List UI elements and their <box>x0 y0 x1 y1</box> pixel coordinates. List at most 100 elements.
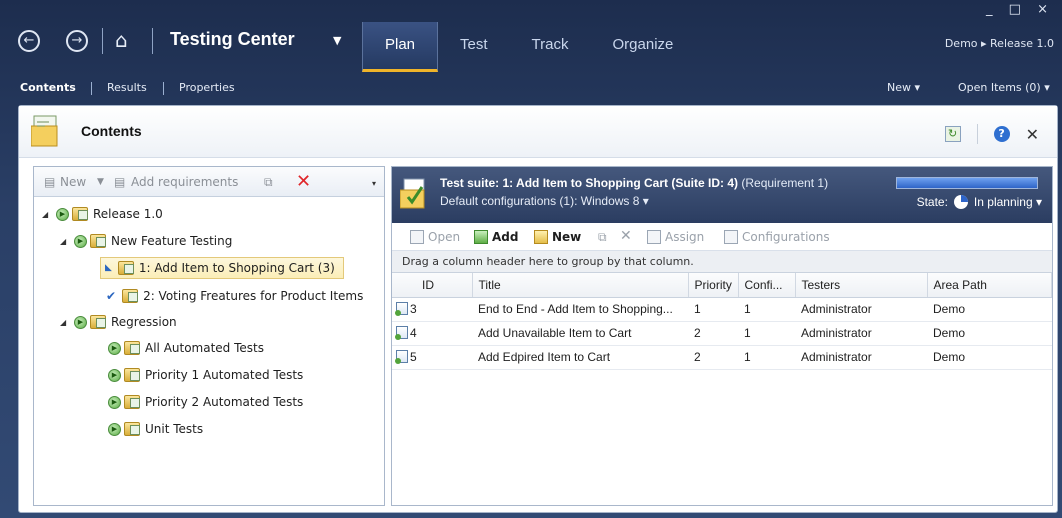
project-breadcrumb[interactable]: Demo ▸ Release 1.0 <box>945 37 1054 50</box>
back-icon[interactable]: ← <box>18 30 40 52</box>
column-header-testers[interactable]: Testers <box>795 273 928 298</box>
add-label: Add <box>492 230 519 244</box>
divider <box>152 28 153 54</box>
tab-organize[interactable]: Organize <box>591 22 696 72</box>
new-menu-button[interactable]: New ▾ <box>887 81 920 94</box>
refresh-icon[interactable]: ↻ <box>944 126 961 142</box>
copy-icon[interactable]: ⧉ <box>598 230 607 245</box>
id-value: 5 <box>410 350 417 364</box>
panel-header: Contents ↻ ? ✕ <box>19 106 1057 158</box>
test-case-testers: Administrator <box>795 345 927 370</box>
state-selector[interactable]: State: In planning ▾ <box>917 195 1042 209</box>
collapse-icon[interactable]: ◢ <box>60 237 74 246</box>
window-controls[interactable]: _ □ × <box>986 2 1054 17</box>
test-case-title: End to End - Add Item to Shopping... <box>472 297 688 322</box>
play-status-icon: ▶ <box>108 422 121 436</box>
test-case-testers: Administrator <box>795 297 927 322</box>
tab-plan[interactable]: Plan <box>362 22 439 72</box>
tree-node-suite-1[interactable]: ◣ 1: Add Item to Shopping Cart (3) <box>100 257 344 279</box>
close-icon[interactable]: ✕ <box>1026 125 1039 144</box>
remove-icon[interactable]: ✕ <box>620 228 632 244</box>
collapse-icon[interactable]: ◢ <box>42 210 56 219</box>
open-label: Open <box>428 230 461 244</box>
suite-requirement-link[interactable]: (Requirement 1) <box>741 176 828 190</box>
suite-folder-icon <box>90 315 106 329</box>
table-row[interactable]: 3 End to End - Add Item to Shopping... 1… <box>392 297 1052 322</box>
group-by-hint[interactable]: Drag a column header here to group by th… <box>392 251 1052 273</box>
subnav-contents[interactable]: Contents <box>20 81 76 94</box>
new-button[interactable]: New <box>534 230 581 244</box>
test-case-area: Demo <box>927 321 1052 346</box>
test-case-id: 5 <box>392 345 472 370</box>
tree-node-label: 1: Add Item to Shopping Cart (3) <box>138 261 335 275</box>
new-suite-icon[interactable]: ▤ <box>44 175 55 189</box>
add-requirements-button[interactable]: Add requirements <box>131 175 238 189</box>
tree-node-all-automated[interactable]: ▶ All Automated Tests <box>108 337 264 359</box>
home-icon[interactable]: ⌂ <box>115 29 139 53</box>
tree-node-priority-2[interactable]: ▶ Priority 2 Automated Tests <box>108 391 303 413</box>
tree-node-new-feature-testing[interactable]: ◢ ▶ New Feature Testing <box>60 230 232 252</box>
open-button[interactable]: Open <box>410 230 460 244</box>
column-header-area-path[interactable]: Area Path <box>927 273 1052 298</box>
add-button[interactable]: Add <box>474 230 518 244</box>
new-label: New <box>552 230 582 244</box>
state-label: State: <box>916 195 948 209</box>
configurations-icon <box>724 230 738 244</box>
app-menu-chevron-icon[interactable]: ▼ <box>333 34 341 47</box>
column-header-id[interactable]: ID <box>392 273 473 298</box>
state-value[interactable]: In planning ▾ <box>974 195 1042 209</box>
open-icon <box>410 230 424 244</box>
delete-icon[interactable]: ✕ <box>296 171 311 192</box>
add-requirements-icon[interactable]: ▤ <box>114 175 125 189</box>
in-planning-icon <box>953 195 968 209</box>
divider <box>102 28 103 54</box>
open-items-button[interactable]: Open Items (0) ▾ <box>958 81 1050 94</box>
test-case-icon <box>395 350 408 364</box>
grid-header-row: ID Title Priority Confi... Testers Area … <box>392 273 1052 298</box>
tab-track[interactable]: Track <box>510 22 591 72</box>
toolbar-overflow-icon[interactable]: ▾ <box>372 179 376 188</box>
table-row[interactable]: 5 Add Edpired Item to Cart 2 1 Administr… <box>392 345 1052 370</box>
suite-tree: ◢ ▶ Release 1.0 ◢ ▶ New Feature Testing … <box>34 197 384 503</box>
subnav-results[interactable]: Results <box>107 81 147 94</box>
main-tabs: Plan Test Track Organize <box>362 22 695 72</box>
selected-arrow-icon: ◣ <box>105 263 112 273</box>
default-configurations-dropdown[interactable]: Default configurations (1): Windows 8 ▾ <box>440 194 649 208</box>
configurations-button[interactable]: Configurations <box>724 230 830 244</box>
subnav-properties[interactable]: Properties <box>179 81 235 94</box>
panel-tools: ↻ ? ✕ <box>944 124 1039 144</box>
app-title[interactable]: Testing Center <box>170 29 295 50</box>
assign-button[interactable]: Assign <box>647 230 704 244</box>
suite-title-line: Test suite: 1: Add Item to Shopping Cart… <box>440 176 828 190</box>
assign-icon <box>647 230 661 244</box>
table-row[interactable]: 4 Add Unavailable Item to Cart 2 1 Admin… <box>392 321 1052 346</box>
test-case-area: Demo <box>927 297 1052 322</box>
query-suite-icon <box>124 368 140 382</box>
test-case-config: 1 <box>738 321 795 346</box>
column-header-configurations[interactable]: Confi... <box>738 273 796 298</box>
new-suite-button[interactable]: New <box>60 175 86 189</box>
assign-label: Assign <box>665 230 705 244</box>
tree-node-label: New Feature Testing <box>111 234 233 248</box>
divider <box>163 82 164 95</box>
column-header-title[interactable]: Title <box>472 273 689 298</box>
test-case-priority: 2 <box>688 321 738 346</box>
play-status-icon: ▶ <box>74 315 87 329</box>
add-test-case-icon <box>474 230 488 244</box>
copy-suite-icon[interactable]: ⧉ <box>264 175 273 190</box>
new-dropdown-chevron-icon[interactable]: ▼ <box>97 177 104 187</box>
help-icon[interactable]: ? <box>993 126 1010 142</box>
tree-node-priority-1[interactable]: ▶ Priority 1 Automated Tests <box>108 364 303 386</box>
tree-node-suite-2[interactable]: ✔ 2: Voting Freatures for Product Items <box>106 285 363 307</box>
suite-folder-icon <box>72 207 88 221</box>
column-header-priority[interactable]: Priority <box>688 273 739 298</box>
tree-node-release[interactable]: ◢ ▶ Release 1.0 <box>42 203 163 225</box>
tree-toolbar: ▤ New ▼ ▤ Add requirements ⧉ ✕ ▾ <box>34 167 384 197</box>
tree-node-regression[interactable]: ◢ ▶ Regression <box>60 311 177 333</box>
tree-node-unit-tests[interactable]: ▶ Unit Tests <box>108 418 203 440</box>
tab-test[interactable]: Test <box>438 22 510 72</box>
suite-folder-icon <box>90 234 106 248</box>
suite-progress-bar <box>896 177 1038 189</box>
forward-icon[interactable]: → <box>66 30 88 52</box>
collapse-icon[interactable]: ◢ <box>60 318 74 327</box>
